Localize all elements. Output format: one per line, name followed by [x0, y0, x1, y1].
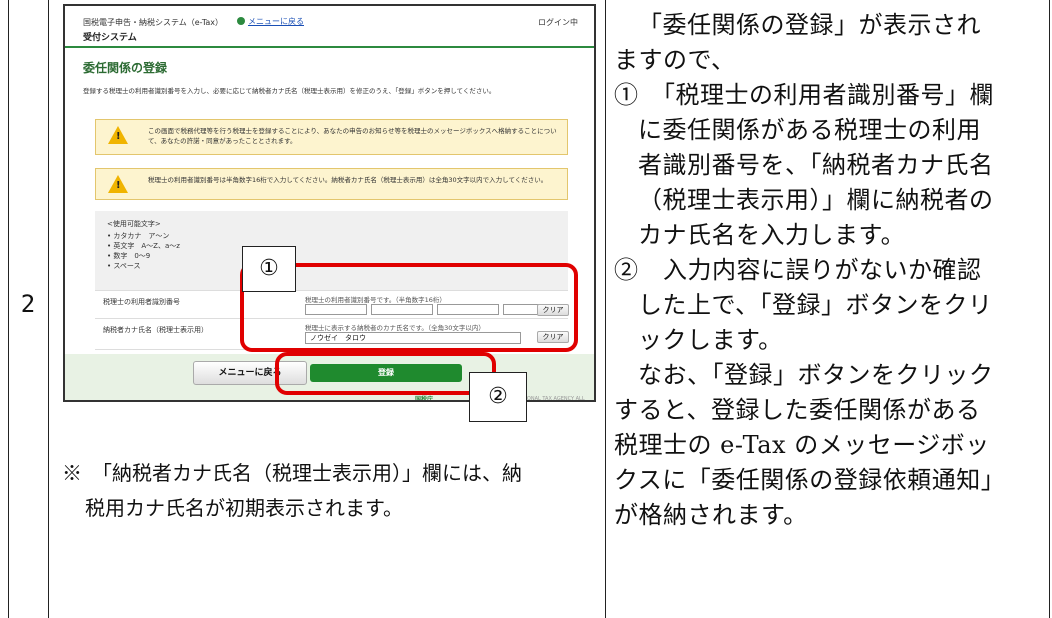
allowed-characters-list: • カタカナ ア〜ン • 英文字 A〜Z、a〜z • 数字 0〜9 • スペース	[107, 231, 180, 271]
warning-text: 税理士の利用者識別番号は半角数字16桁で入力してください。納税者カナ氏名（税理士…	[148, 176, 548, 184]
instruction-line: なお、「登録」ボタンをクリック	[638, 361, 994, 389]
home-icon	[237, 17, 245, 25]
instruction-line: 者識別番号を、「納税者カナ氏名	[638, 151, 994, 179]
instruction-line: ① 「税理士の利用者識別番号」欄	[614, 81, 994, 109]
instruction-line: すると、登録した委任関係がある	[614, 396, 981, 424]
nta-logo: 国税庁	[415, 396, 434, 402]
field-label: 納税者カナ氏名（税理士表示用）	[103, 326, 208, 334]
instruction-line: ② 入力内容に誤りがないか確認	[614, 256, 982, 284]
instruction-line: ックします。	[638, 326, 783, 354]
note: ※ 「納税者カナ氏名（税理士表示用）」欄には、納 税用カナ氏名が初期表示されます…	[62, 456, 602, 526]
highlight-register-button	[275, 352, 496, 395]
page-title: 委任関係の登録	[83, 61, 168, 75]
login-status: ログイン中	[538, 18, 578, 27]
instruction-line: カナ氏名を入力します。	[638, 221, 906, 249]
row-number: 2	[20, 290, 36, 318]
system-name: 受付システム	[83, 33, 137, 43]
site-name: 国税電子申告・納税システム（e-Tax）	[83, 18, 224, 27]
warning-box-format: ! 税理士の利用者識別番号は半角数字16桁で入力してください。納税者カナ氏名（税…	[95, 168, 568, 200]
instructions: 「委任関係の登録」が表示され ますので、 ① 「税理士の利用者識別番号」欄 に委…	[614, 8, 1044, 533]
note-line: ※ 「納税者カナ氏名（税理士表示用）」欄には、納	[62, 461, 522, 485]
menu-link[interactable]: メニューに戻る	[248, 16, 304, 27]
instruction-line: 「委任関係の登録」が表示され	[638, 11, 981, 39]
instruction-line: 税理士の e-Tax のメッセージボッ	[614, 431, 990, 459]
instruction-line: した上で、「登録」ボタンをクリ	[638, 291, 993, 319]
column-divider	[48, 0, 49, 618]
list-item: • 数字 0〜9	[107, 252, 151, 260]
note-line: 税用カナ氏名が初期表示されます。	[85, 496, 403, 520]
callout-2: ②	[469, 372, 527, 422]
instruction-line: が格納されます。	[614, 501, 808, 529]
list-item: • カタカナ ア〜ン	[107, 232, 170, 240]
instruction-line: クスに「委任関係の登録依頼通知」	[614, 466, 1006, 494]
instruction-line: に委任関係がある税理士の利用	[638, 116, 981, 144]
column-divider	[605, 0, 606, 618]
list-item: • 英文字 A〜Z、a〜z	[107, 242, 180, 250]
site-header: 国税電子申告・納税システム（e-Tax） メニューに戻る ログイン中 受付システ…	[65, 6, 594, 48]
allowed-characters-title: <使用可能文字>	[107, 220, 161, 228]
intro-text: 登録する税理士の利用者識別番号を入力し、必要に応じて納税者カナ氏名（税理士表示用…	[83, 87, 496, 95]
warning-text: この画面で税務代理等を行う税理士を登録することにより、あなたの申告のお知らせ等を…	[148, 127, 557, 145]
field-label: 税理士の利用者識別番号	[103, 298, 180, 306]
callout-1: ①	[242, 246, 296, 292]
instruction-line: （税理士表示用）」欄に納税者の	[638, 186, 994, 214]
instruction-line: ますので、	[614, 46, 736, 74]
warning-box-consent: ! この画面で税務代理等を行う税理士を登録することにより、あなたの申告のお知らせ…	[95, 119, 568, 155]
list-item: • スペース	[107, 262, 141, 270]
